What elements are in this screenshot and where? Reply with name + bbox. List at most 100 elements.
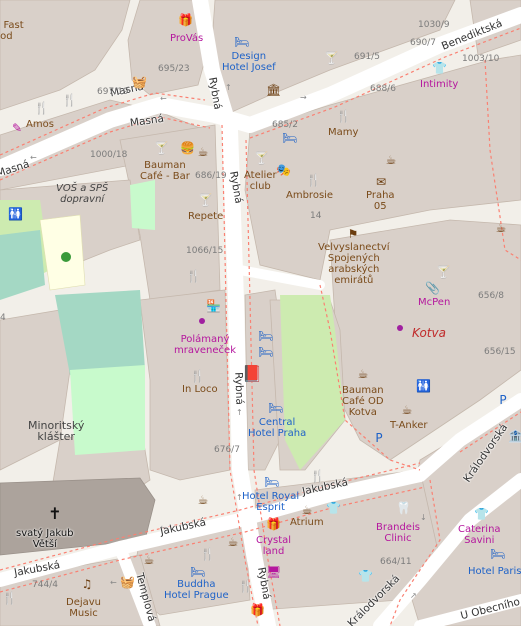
house-number: 688/6	[370, 84, 396, 94]
hotel-icon[interactable]: 🛏	[282, 132, 297, 144]
poi-label-in-loco: In Loco	[182, 384, 218, 395]
hotel-icon[interactable]: 🛏	[268, 402, 283, 414]
restaurant-icon[interactable]: 🍴	[310, 470, 325, 482]
toilets-icon[interactable]: 🚻	[8, 208, 23, 220]
house-number: 14	[310, 211, 322, 221]
gift-icon[interactable]: 🎁	[266, 518, 281, 530]
oneway-arrow: ↑	[236, 408, 243, 417]
hotel-icon[interactable]: 🛏	[190, 566, 205, 578]
oneway-arrow: ←	[30, 153, 37, 162]
toilets-icon[interactable]: 🚻	[416, 380, 431, 392]
cocktail-icon[interactable]: 🍸	[324, 52, 339, 64]
hotel-icon[interactable]: 🛏	[490, 548, 505, 560]
restaurant-icon[interactable]: 🍴	[62, 94, 77, 106]
poi-label-caterina: Caterina Savini	[458, 524, 501, 546]
cafe-icon[interactable]: ☕	[196, 146, 210, 158]
oneway-arrow: ←	[110, 578, 117, 587]
church-icon[interactable]: ✝	[48, 506, 62, 522]
bank-icon[interactable]: 🏦	[508, 430, 521, 442]
poi-label-buddha-hotel: Buddha Hotel Prague	[164, 579, 229, 601]
poi-label-ambrosie: Ambrosie	[286, 190, 334, 201]
poi-label-fast-food: u Fast ood	[0, 20, 24, 42]
music-icon[interactable]: ♫	[80, 578, 94, 590]
restaurant-icon[interactable]: 🍴	[34, 102, 49, 114]
house-number: 656/15	[484, 347, 516, 357]
poi-label-svaty-jakub: svatý Jakub Větší	[16, 528, 74, 550]
restaurant-icon[interactable]: 🍴	[190, 370, 205, 382]
theatre-icon[interactable]: 🎭	[276, 164, 291, 176]
poi-label-hotel-paris: Hotel Paris	[468, 566, 521, 577]
poi-label-vos-sps: VOŠ a SPŠ dopravní	[56, 183, 109, 205]
house-number: 656/8	[478, 291, 504, 301]
restaurant-icon[interactable]: 🍴	[238, 580, 253, 592]
poi-label-intimity: Intimity	[420, 79, 459, 90]
house-number: 690/7	[410, 38, 436, 48]
parking-icon[interactable]: P	[496, 394, 510, 406]
cafe-icon[interactable]: ☕	[494, 222, 508, 234]
theatre-icon[interactable]: 📕	[242, 366, 262, 382]
embassy-icon[interactable]: ⚑	[346, 228, 360, 240]
dentist-icon[interactable]: 🦷	[396, 502, 411, 514]
cafe-icon[interactable]: ☕	[300, 504, 314, 516]
map-canvas[interactable]: ← → ↑ ↑ ↑ ← ← ↓ ↓ ↗ ← Masná Masná Masná …	[0, 0, 521, 626]
cocktail-icon[interactable]: 🍸	[254, 152, 269, 164]
cafe-icon[interactable]: ☕	[226, 536, 240, 548]
pond-area	[55, 290, 145, 375]
clothes-icon[interactable]: 👕	[474, 508, 489, 520]
oneway-arrow: →	[300, 93, 307, 102]
poi-label-atelier: Atelier club	[244, 170, 277, 192]
house-number: 1066/15	[186, 246, 224, 256]
hotel-icon[interactable]: 🛏	[264, 476, 279, 488]
house-number: 4	[0, 313, 6, 323]
oneway-arrow: ←	[160, 94, 167, 103]
cocktail-icon[interactable]: 🍸	[154, 142, 169, 154]
parking-icon[interactable]: P	[372, 432, 386, 444]
stationery-icon[interactable]: 📎	[425, 282, 440, 294]
poi-label-amos: Amos	[26, 119, 54, 130]
cafe-icon[interactable]: ☕	[356, 368, 370, 380]
restaurant-icon[interactable]: 🍴	[2, 592, 17, 604]
poi-label-velvyslanectvi: Velvyslanectví Spojených arabských emirá…	[318, 242, 390, 286]
clothes-icon[interactable]: 👕	[326, 502, 341, 514]
clothes-icon[interactable]: 👕	[358, 570, 373, 582]
stationery-icon[interactable]: ✎	[10, 122, 24, 134]
hotel-icon[interactable]: 🛏	[258, 346, 273, 358]
gift-icon[interactable]: 🎁	[250, 604, 265, 616]
cafe-icon[interactable]: ☕	[196, 494, 210, 506]
cocktail-icon[interactable]: 🍸	[436, 266, 451, 278]
hotel-icon[interactable]: 🛏	[258, 330, 273, 342]
poi-label-bauman-bar: Bauman Café - Bar	[140, 160, 190, 182]
cafe-icon[interactable]: ☕	[400, 404, 414, 416]
house-number: 676/7	[214, 445, 240, 455]
cafe-icon[interactable]: ☕	[142, 554, 156, 566]
clothes-icon[interactable]: 👕	[432, 62, 447, 74]
poi-label-mcpen: McPen	[418, 297, 451, 308]
oneway-arrow: ↑	[225, 83, 232, 92]
poi-label-kotva: Kotva	[412, 326, 446, 340]
gift-icon[interactable]: 🎁	[178, 14, 193, 26]
bakery-icon[interactable]: 🏪	[206, 300, 221, 312]
restaurant-icon[interactable]: 🍴	[186, 270, 201, 282]
cocktail-icon[interactable]: 🍸	[198, 194, 213, 206]
shop-basket-icon[interactable]: 🧺	[132, 76, 147, 88]
house-number: 686/19	[195, 171, 227, 181]
poi-label-central-hotel: Central Hotel Praha	[248, 417, 307, 439]
poi-label-polamany: Polámaný mraveneček	[174, 334, 236, 356]
mail-icon[interactable]: ✉	[374, 176, 388, 188]
hotel-icon[interactable]: 🛏	[234, 36, 249, 48]
poi-label-design-hotel: Design Hotel Josef	[222, 51, 276, 73]
poi-label-atrium: Atrium	[290, 517, 324, 528]
bank-icon[interactable]: 🏛	[266, 84, 281, 96]
restaurant-icon[interactable]: 🍴	[200, 548, 215, 560]
house-number: 744/4	[32, 580, 58, 590]
shop-basket-icon[interactable]: 🧺	[120, 576, 135, 588]
fast-food-icon[interactable]: 🍔	[180, 142, 195, 154]
cafe-icon[interactable]: ☕	[384, 154, 398, 166]
mall-icon[interactable]: 🖥	[266, 566, 281, 578]
house-number: 1003/10	[462, 54, 500, 64]
poi-label-minoritsky: Minoritský klášter	[28, 419, 85, 443]
poi-label-mamy: Mamy	[328, 127, 359, 138]
house-number: 1000/18	[90, 150, 128, 160]
restaurant-icon[interactable]: 🍴	[306, 174, 321, 186]
restaurant-icon[interactable]: 🍴	[336, 110, 351, 122]
